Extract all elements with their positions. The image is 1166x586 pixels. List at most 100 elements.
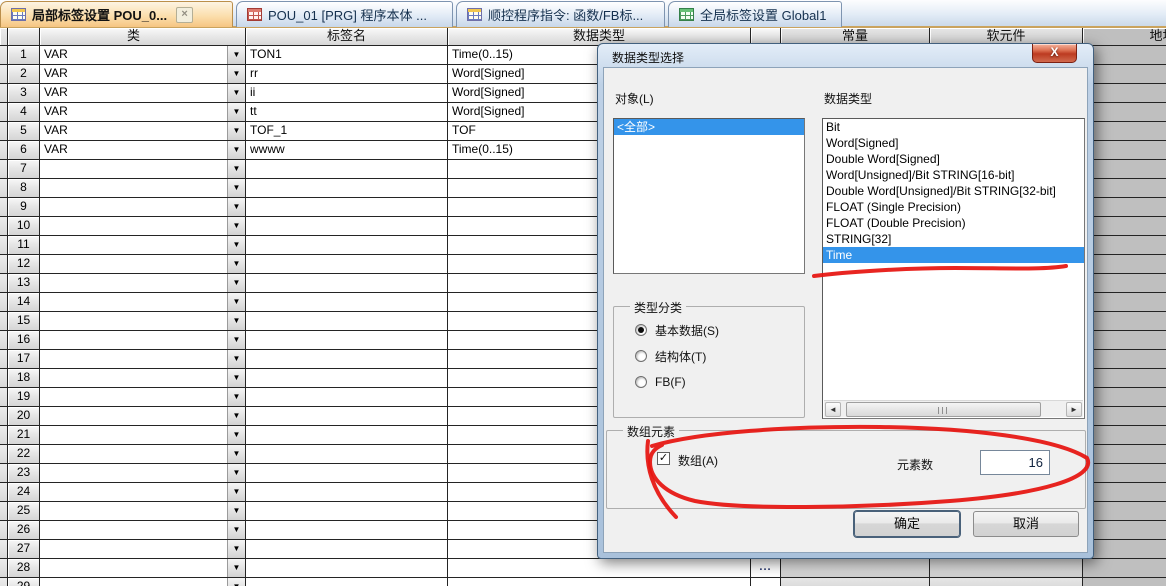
class-cell[interactable]: VAR▼ bbox=[40, 122, 246, 141]
data-type-item[interactable]: Bit bbox=[823, 119, 1084, 135]
label-name-cell[interactable] bbox=[246, 426, 448, 445]
class-dropdown-icon[interactable]: ▼ bbox=[227, 331, 245, 349]
label-name-cell[interactable]: TON1 bbox=[246, 46, 448, 65]
class-dropdown-icon[interactable]: ▼ bbox=[227, 293, 245, 311]
cancel-button[interactable]: 取消 bbox=[973, 511, 1079, 537]
row-number[interactable]: 18 bbox=[8, 369, 40, 388]
row-number[interactable]: 26 bbox=[8, 521, 40, 540]
class-cell[interactable]: ▼ bbox=[40, 293, 246, 312]
class-dropdown-icon[interactable]: ▼ bbox=[227, 464, 245, 482]
label-name-cell[interactable] bbox=[246, 388, 448, 407]
row-number[interactable]: 10 bbox=[8, 217, 40, 236]
row-number[interactable]: 7 bbox=[8, 160, 40, 179]
row-number[interactable]: 1 bbox=[8, 46, 40, 65]
label-name-cell[interactable]: tt bbox=[246, 103, 448, 122]
class-cell[interactable]: ▼ bbox=[40, 350, 246, 369]
label-name-cell[interactable] bbox=[246, 407, 448, 426]
class-dropdown-icon[interactable]: ▼ bbox=[227, 483, 245, 501]
class-dropdown-icon[interactable]: ▼ bbox=[227, 160, 245, 178]
row-number[interactable]: 2 bbox=[8, 65, 40, 84]
radio-basic-data[interactable]: 基本数据(S) bbox=[635, 323, 719, 337]
row-number[interactable]: 20 bbox=[8, 407, 40, 426]
object-listbox[interactable]: <全部> bbox=[613, 118, 805, 274]
device-cell[interactable] bbox=[930, 559, 1083, 578]
data-type-item[interactable]: STRING[32] bbox=[823, 231, 1084, 247]
detail-button-cell[interactable] bbox=[751, 578, 781, 586]
class-dropdown-icon[interactable]: ▼ bbox=[227, 103, 245, 121]
label-name-cell[interactable] bbox=[246, 160, 448, 179]
row-number[interactable]: 25 bbox=[8, 502, 40, 521]
class-cell[interactable]: ▼ bbox=[40, 464, 246, 483]
class-cell[interactable]: VAR▼ bbox=[40, 103, 246, 122]
label-name-cell[interactable] bbox=[246, 464, 448, 483]
row-number[interactable]: 19 bbox=[8, 388, 40, 407]
tab-close-icon[interactable]: × bbox=[176, 7, 193, 23]
row-number[interactable]: 29 bbox=[8, 578, 40, 586]
row-number[interactable]: 28 bbox=[8, 559, 40, 578]
data-type-item[interactable]: FLOAT (Double Precision) bbox=[823, 215, 1084, 231]
label-name-cell[interactable]: ii bbox=[246, 84, 448, 103]
class-dropdown-icon[interactable]: ▼ bbox=[227, 255, 245, 273]
class-cell[interactable]: ▼ bbox=[40, 160, 246, 179]
label-name-cell[interactable] bbox=[246, 293, 448, 312]
dialog-close-icon[interactable]: X bbox=[1032, 44, 1077, 63]
constant-cell[interactable] bbox=[781, 578, 930, 586]
row-number[interactable]: 17 bbox=[8, 350, 40, 369]
class-cell[interactable]: ▼ bbox=[40, 198, 246, 217]
class-dropdown-icon[interactable]: ▼ bbox=[227, 350, 245, 368]
class-cell[interactable]: ▼ bbox=[40, 236, 246, 255]
label-name-cell[interactable] bbox=[246, 236, 448, 255]
radio-selected-icon[interactable] bbox=[635, 324, 647, 336]
row-number[interactable]: 5 bbox=[8, 122, 40, 141]
array-checkbox[interactable]: ✓ bbox=[657, 452, 670, 465]
label-name-cell[interactable] bbox=[246, 312, 448, 331]
class-cell[interactable]: ▼ bbox=[40, 179, 246, 198]
row-number[interactable]: 8 bbox=[8, 179, 40, 198]
class-dropdown-icon[interactable]: ▼ bbox=[227, 217, 245, 235]
class-dropdown-icon[interactable]: ▼ bbox=[227, 236, 245, 254]
class-cell[interactable]: ▼ bbox=[40, 255, 246, 274]
class-cell[interactable]: ▼ bbox=[40, 426, 246, 445]
label-name-cell[interactable]: rr bbox=[246, 65, 448, 84]
class-cell[interactable]: ▼ bbox=[40, 578, 246, 586]
label-name-cell[interactable] bbox=[246, 274, 448, 293]
class-dropdown-icon[interactable]: ▼ bbox=[227, 312, 245, 330]
tab-global-label-settings[interactable]: 全局标签设置 Global1 bbox=[668, 1, 842, 27]
data-type-item[interactable]: Word[Signed] bbox=[823, 135, 1084, 151]
row-number[interactable]: 21 bbox=[8, 426, 40, 445]
radio-fb[interactable]: FB(F) bbox=[635, 375, 686, 389]
class-dropdown-icon[interactable]: ▼ bbox=[227, 198, 245, 216]
row-number[interactable]: 23 bbox=[8, 464, 40, 483]
class-dropdown-icon[interactable]: ▼ bbox=[227, 46, 245, 64]
device-cell[interactable] bbox=[930, 578, 1083, 586]
label-name-cell[interactable] bbox=[246, 578, 448, 586]
class-cell[interactable]: ▼ bbox=[40, 540, 246, 559]
tab-sequence-instructions[interactable]: 顺控程序指令: 函数/FB标... bbox=[456, 1, 665, 27]
scroll-right-icon[interactable]: ► bbox=[1066, 402, 1082, 417]
data-type-listbox[interactable]: BitWord[Signed]Double Word[Signed]Word[U… bbox=[822, 118, 1085, 419]
class-dropdown-icon[interactable]: ▼ bbox=[227, 84, 245, 102]
radio-icon[interactable] bbox=[635, 350, 647, 362]
row-number[interactable]: 27 bbox=[8, 540, 40, 559]
data-type-cell[interactable] bbox=[448, 578, 751, 586]
row-number[interactable]: 12 bbox=[8, 255, 40, 274]
data-type-item[interactable]: Double Word[Signed] bbox=[823, 151, 1084, 167]
class-dropdown-icon[interactable]: ▼ bbox=[227, 369, 245, 387]
class-dropdown-icon[interactable]: ▼ bbox=[227, 540, 245, 558]
row-number[interactable]: 14 bbox=[8, 293, 40, 312]
label-name-cell[interactable] bbox=[246, 369, 448, 388]
object-list-item[interactable]: <全部> bbox=[614, 119, 804, 135]
scrollbar-thumb[interactable] bbox=[846, 402, 1041, 417]
class-dropdown-icon[interactable]: ▼ bbox=[227, 388, 245, 406]
class-dropdown-icon[interactable]: ▼ bbox=[227, 578, 245, 586]
radio-structure[interactable]: 结构体(T) bbox=[635, 349, 706, 363]
class-cell[interactable]: VAR▼ bbox=[40, 46, 246, 65]
class-dropdown-icon[interactable]: ▼ bbox=[227, 502, 245, 520]
row-number[interactable]: 11 bbox=[8, 236, 40, 255]
class-cell[interactable]: ▼ bbox=[40, 483, 246, 502]
label-name-cell[interactable]: TOF_1 bbox=[246, 122, 448, 141]
scroll-left-icon[interactable]: ◄ bbox=[825, 402, 841, 417]
data-type-item[interactable]: Double Word[Unsigned]/Bit STRING[32-bit] bbox=[823, 183, 1084, 199]
label-name-cell[interactable] bbox=[246, 540, 448, 559]
detail-button-cell[interactable]: ... bbox=[751, 559, 781, 578]
